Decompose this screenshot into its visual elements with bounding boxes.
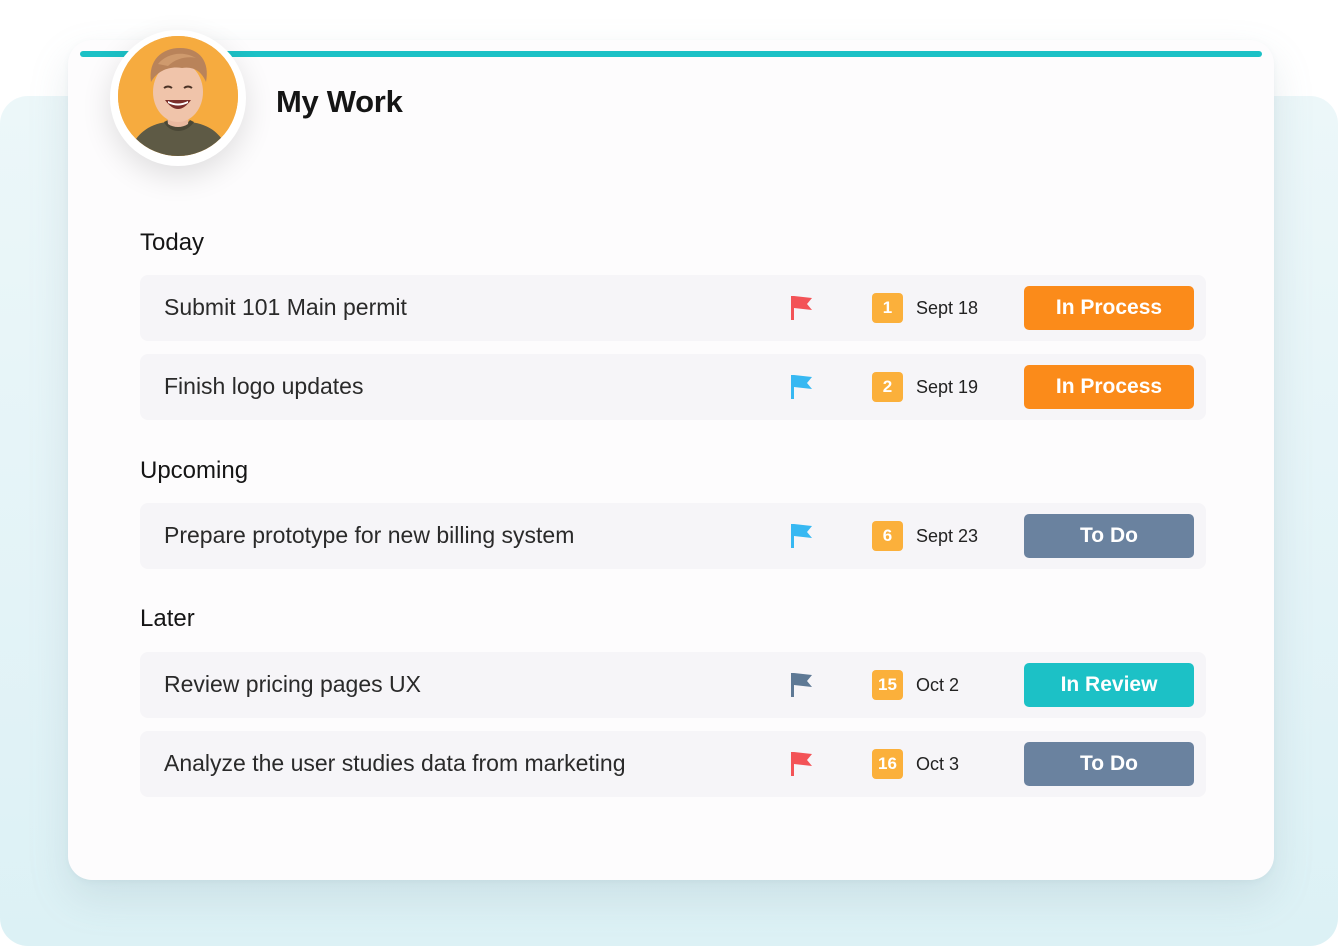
due-date: Sept 18 [916, 298, 979, 318]
task-number-badge: 2 [872, 372, 903, 402]
red-flag-icon[interactable] [790, 751, 814, 777]
task-number-badge: 6 [872, 521, 903, 551]
red-flag-icon[interactable] [790, 295, 814, 321]
gray-flag-icon[interactable] [790, 672, 814, 698]
task-title: Review pricing pages UX [164, 671, 421, 697]
section-heading-upcoming: Upcoming [140, 457, 249, 484]
task-row[interactable]: Prepare prototype for new billing system… [140, 503, 1206, 569]
avatar[interactable] [110, 30, 246, 166]
task-row[interactable]: Submit 101 Main permit 1 Sept 18 In Proc… [140, 275, 1206, 341]
task-title: Analyze the user studies data from marke… [164, 750, 626, 776]
status-button[interactable]: In Process [1024, 286, 1194, 330]
status-button[interactable]: To Do [1024, 742, 1194, 786]
due-date: Sept 23 [916, 526, 979, 546]
status-button[interactable]: In Process [1024, 365, 1194, 409]
task-title: Finish logo updates [164, 373, 364, 399]
task-row[interactable]: Analyze the user studies data from marke… [140, 731, 1206, 797]
status-button[interactable]: In Review [1024, 663, 1194, 707]
blue-flag-icon[interactable] [790, 374, 814, 400]
status-button[interactable]: To Do [1024, 514, 1194, 558]
due-date: Oct 3 [916, 754, 960, 774]
task-number-badge: 16 [872, 749, 903, 779]
due-date: Sept 19 [916, 377, 979, 397]
accent-bar [80, 51, 1262, 57]
task-title: Submit 101 Main permit [164, 294, 407, 320]
page-title: My Work [276, 84, 403, 119]
task-number-badge: 15 [872, 670, 903, 700]
task-row[interactable]: Review pricing pages UX 15 Oct 2 In Revi… [140, 652, 1206, 718]
section-heading-today: Today [140, 229, 205, 256]
due-date: Oct 2 [916, 675, 960, 695]
blue-flag-icon[interactable] [790, 523, 814, 549]
user-photo [118, 36, 238, 156]
task-number-badge: 1 [872, 293, 903, 323]
task-row[interactable]: Finish logo updates 2 Sept 19 In Process [140, 354, 1206, 420]
section-heading-later: Later [140, 605, 195, 632]
task-title: Prepare prototype for new billing system [164, 522, 575, 548]
